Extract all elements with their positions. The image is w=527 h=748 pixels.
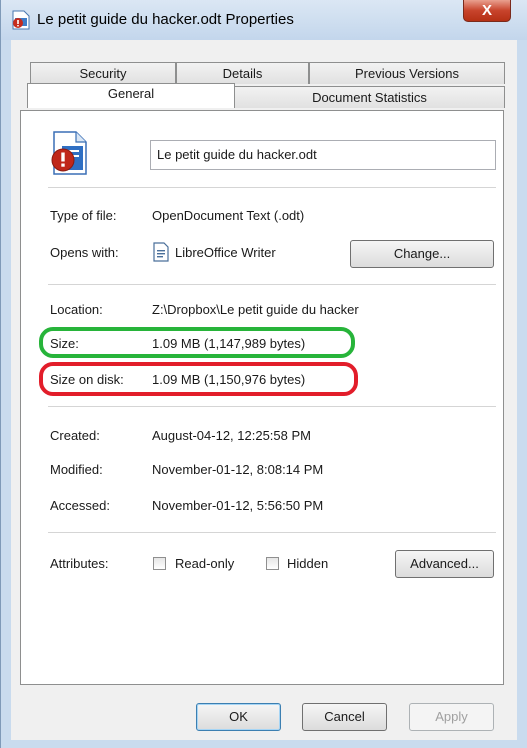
modified-label: Modified:: [50, 462, 103, 477]
created-value: August-04-12, 12:25:58 PM: [152, 428, 311, 443]
tab-previous-versions[interactable]: Previous Versions: [309, 62, 505, 84]
advanced-button[interactable]: Advanced...: [395, 550, 494, 578]
opens-with-label: Opens with:: [50, 245, 119, 260]
separator-4: [48, 532, 496, 533]
separator-3: [48, 406, 496, 407]
tab-document-statistics[interactable]: Document Statistics: [234, 86, 505, 108]
size-highlight-green: [39, 327, 355, 358]
libreoffice-writer-document-icon: [51, 131, 87, 175]
cancel-button[interactable]: Cancel: [302, 703, 387, 731]
ok-button[interactable]: OK: [196, 703, 281, 731]
close-button[interactable]: X: [463, 0, 511, 22]
size-on-disk-highlight-red: [39, 362, 358, 396]
separator-2: [48, 284, 496, 285]
location-label: Location:: [50, 302, 103, 317]
file-name-field[interactable]: Le petit guide du hacker.odt: [150, 140, 496, 170]
accessed-label: Accessed:: [50, 498, 110, 513]
tab-security[interactable]: Security: [30, 62, 176, 84]
hidden-label[interactable]: Hidden: [287, 556, 328, 571]
created-label: Created:: [50, 428, 100, 443]
type-of-file-value: OpenDocument Text (.odt): [152, 208, 305, 223]
tab-details[interactable]: Details: [176, 62, 309, 84]
location-value: Z:\Dropbox\Le petit guide du hacker: [152, 302, 359, 317]
change-button[interactable]: Change...: [350, 240, 494, 268]
writer-app-icon: [153, 242, 169, 262]
odt-file-icon: [12, 10, 30, 30]
apply-button[interactable]: Apply: [409, 703, 494, 731]
hidden-checkbox[interactable]: [266, 557, 279, 570]
attributes-label: Attributes:: [50, 556, 109, 571]
modified-value: November-01-12, 8:08:14 PM: [152, 462, 324, 477]
read-only-checkbox[interactable]: [153, 557, 166, 570]
separator-1: [48, 187, 496, 188]
title-bar[interactable]: Le petit guide du hacker.odt Properties …: [1, 0, 527, 40]
read-only-label[interactable]: Read-only: [175, 556, 234, 571]
tab-general[interactable]: General: [27, 83, 235, 108]
general-panel: [20, 110, 504, 685]
properties-dialog: Le petit guide du hacker.odt Properties …: [0, 0, 527, 748]
accessed-value: November-01-12, 5:56:50 PM: [152, 498, 324, 513]
type-of-file-label: Type of file:: [50, 208, 117, 223]
opens-with-value: LibreOffice Writer: [175, 245, 276, 260]
window-title: Le petit guide du hacker.odt Properties: [37, 11, 294, 28]
